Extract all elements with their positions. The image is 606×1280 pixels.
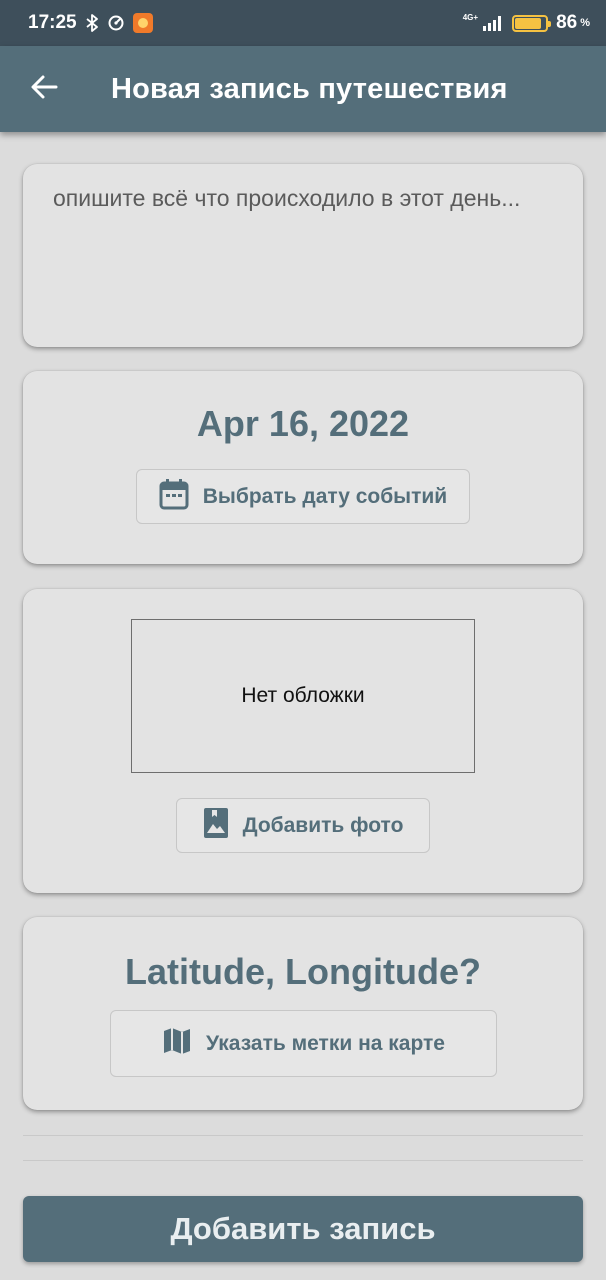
back-button[interactable]: [0, 46, 88, 132]
add-entry-button[interactable]: Добавить запись: [23, 1196, 583, 1262]
status-left: 17:25: [28, 12, 153, 34]
calendar-icon: [159, 478, 189, 516]
battery-percent: 86: [556, 12, 578, 33]
battery-icon: [512, 14, 552, 32]
divider: [23, 1160, 583, 1161]
add-photo-button[interactable]: Добавить фото: [176, 798, 430, 853]
bluetooth-icon: [85, 14, 99, 32]
add-photo-label: Добавить фото: [242, 813, 404, 837]
date-card: Apr 16, 2022 Выбрать дату событий: [23, 371, 583, 564]
map-icon: [162, 1026, 192, 1062]
set-map-markers-label: Указать метки на карте: [206, 1031, 445, 1055]
app-bar: Новая запись путешествия: [0, 46, 606, 132]
description-card: [23, 164, 583, 347]
app-notification-icon: [132, 13, 153, 33]
battery-level: [515, 17, 541, 29]
battery-percent-sign: %: [580, 17, 590, 29]
selected-date: Apr 16, 2022: [196, 403, 410, 444]
arrow-left-icon: [30, 73, 58, 106]
pick-date-label: Выбрать дату событий: [202, 484, 448, 508]
location-card: Latitude, Longitude? Указать метки на ка…: [23, 917, 583, 1110]
description-input[interactable]: [53, 184, 553, 324]
image-icon: [203, 807, 229, 845]
cover-placeholder-text: Нет обложки: [241, 684, 365, 707]
coordinates-value: Latitude, Longitude?: [125, 951, 481, 992]
add-entry-label: Добавить запись: [170, 1211, 436, 1246]
signal-icon: [482, 15, 504, 31]
status-bar: 17:25 4G+ 86 %: [0, 0, 606, 46]
status-time: 17:25: [28, 12, 77, 33]
divider: [23, 1135, 583, 1136]
cover-placeholder: Нет обложки: [131, 619, 475, 773]
photo-card: Нет обложки Добавить фото: [23, 589, 583, 893]
page-title: Новая запись путешествия: [111, 72, 508, 105]
pick-date-button[interactable]: Выбрать дату событий: [136, 469, 470, 524]
timer-icon: [107, 14, 125, 32]
set-map-markers-button[interactable]: Указать метки на карте: [110, 1010, 497, 1077]
network-label: 4G+: [462, 13, 479, 22]
status-right: 4G+ 86 %: [463, 12, 590, 34]
